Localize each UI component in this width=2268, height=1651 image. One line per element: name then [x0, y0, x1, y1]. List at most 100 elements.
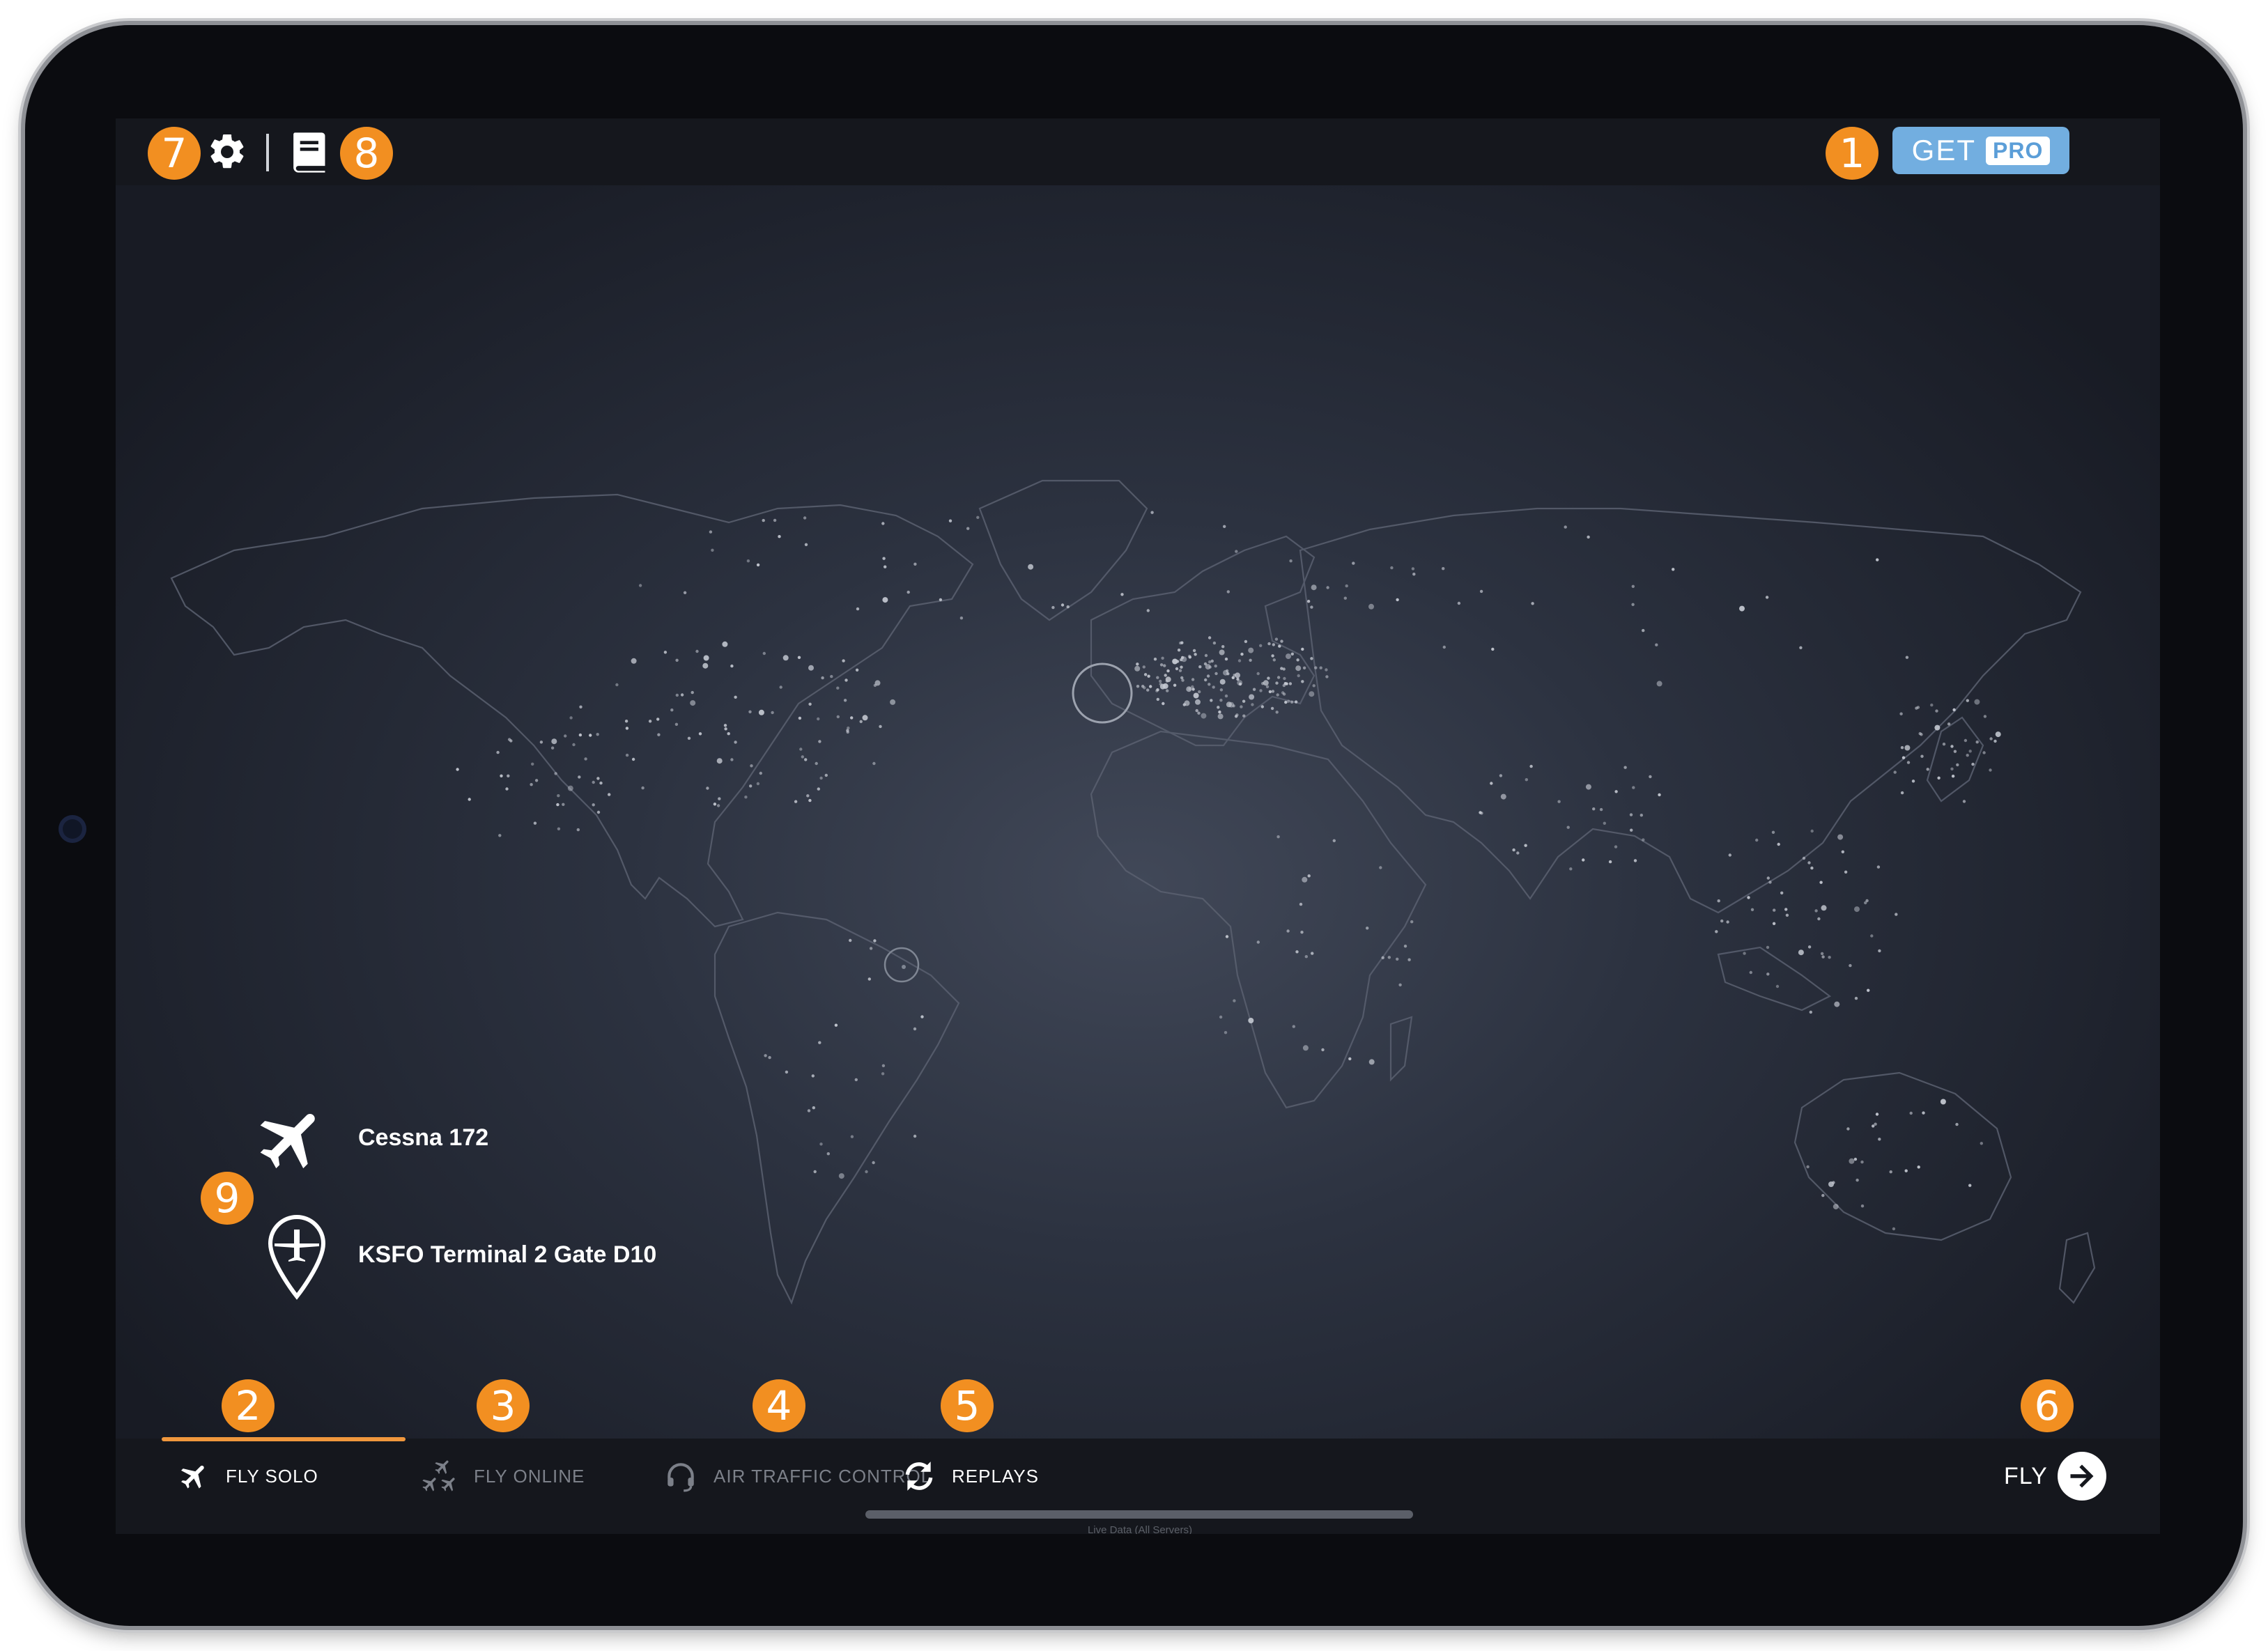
airport-dot — [1968, 750, 1972, 753]
airport-dot — [576, 828, 580, 832]
airport-dot — [579, 705, 583, 708]
airport-dot — [1900, 746, 1904, 750]
airport-dot — [531, 762, 534, 766]
airport-dot — [1951, 775, 1955, 778]
airport-dot — [862, 715, 868, 721]
airport-dot — [1743, 952, 1746, 955]
book-icon[interactable] — [291, 131, 329, 174]
airport-dot — [758, 709, 764, 715]
airport-dot — [1878, 1138, 1881, 1141]
airport-dot — [690, 700, 696, 706]
airport-dot — [1156, 676, 1159, 679]
airport-dot — [1785, 913, 1789, 917]
airport-dot — [1028, 564, 1034, 570]
airport-dot — [505, 787, 509, 791]
airport-dot — [1267, 676, 1270, 680]
airport-dot — [507, 738, 511, 741]
power-button — [20, 139, 25, 293]
airport-dot — [1204, 653, 1208, 658]
airport-dot — [1283, 676, 1286, 681]
world-map[interactable] — [116, 118, 2160, 1534]
airport-dot — [1332, 839, 1336, 843]
airport-dot — [1164, 674, 1167, 677]
airport-dot — [1286, 929, 1290, 933]
airport-dot — [1870, 934, 1874, 938]
airport-dot — [1143, 673, 1148, 676]
airport-dot — [1766, 876, 1770, 880]
airport-dot — [1819, 881, 1823, 884]
airport-dot — [1516, 851, 1520, 855]
airport-dot — [854, 1078, 858, 1082]
airport-dot — [1226, 669, 1229, 673]
airport-dot — [1807, 945, 1812, 949]
airport-dot — [1311, 952, 1314, 955]
airport-dot — [819, 776, 823, 780]
map-pin-airplane-icon[interactable] — [263, 1212, 330, 1303]
airport-dot — [1309, 691, 1315, 697]
airport-dot — [1259, 644, 1263, 647]
airport-dot — [1930, 703, 1934, 707]
airport-dot — [1980, 1142, 1983, 1145]
airport-dot — [1217, 706, 1220, 709]
callout-badge-6: 6 — [2021, 1379, 2074, 1432]
continent-africa — [1090, 730, 1427, 1109]
airport-dot — [1749, 970, 1752, 975]
tab-fly-solo[interactable]: FLY SOLO — [178, 1439, 318, 1514]
airport-dot — [1629, 813, 1633, 816]
airport-dot — [1975, 741, 1979, 744]
airport-dot — [1755, 838, 1759, 842]
selected-aircraft[interactable]: Cessna 172 — [358, 1124, 488, 1152]
airport-dot — [596, 777, 600, 780]
fly-label: FLY — [2004, 1462, 2048, 1489]
airport-dot — [1194, 653, 1197, 656]
airplane-icon — [181, 1465, 204, 1489]
airport-dot — [1248, 647, 1254, 653]
airport-dot — [1191, 688, 1195, 691]
airport-dot — [1633, 859, 1637, 862]
airport-dot — [1876, 865, 1881, 869]
airport-dot — [1983, 715, 1987, 718]
airport-dot — [1834, 1001, 1840, 1007]
airport-dot — [663, 651, 668, 654]
airport-dot — [1390, 566, 1394, 570]
tab-air-traffic-control[interactable]: AIR TRAFFIC CONTROL — [663, 1439, 932, 1514]
airport-dot — [1208, 660, 1212, 664]
airport-dot — [1631, 584, 1635, 588]
airport-dot — [1240, 705, 1243, 708]
selected-location[interactable]: KSFO Terminal 2 Gate D10 — [358, 1241, 656, 1269]
airport-dot — [1381, 956, 1384, 960]
airport-dot — [1806, 1165, 1810, 1169]
airport-dot — [674, 722, 679, 726]
airport-dot — [746, 559, 750, 563]
airport-dot — [801, 755, 804, 759]
airport-dot — [592, 803, 595, 807]
airport-dot — [1905, 656, 1909, 659]
airport-dot — [695, 649, 699, 653]
airport-dot — [1964, 738, 1968, 743]
airport-dot — [1120, 593, 1124, 596]
airport-dot — [1066, 605, 1070, 609]
airport-dot — [498, 834, 502, 837]
airport-dot — [1275, 681, 1279, 685]
airport-dot — [1771, 830, 1775, 834]
airport-dot — [698, 732, 702, 736]
airport-dot — [1895, 913, 1898, 916]
airport-dot — [913, 1134, 917, 1138]
airport-dot — [1256, 672, 1260, 676]
airport-dot — [1299, 902, 1303, 906]
airport-dot — [1284, 700, 1288, 704]
fly-button[interactable]: FLY — [2004, 1451, 2106, 1501]
get-pro-button[interactable]: GET PRO — [1892, 127, 2069, 174]
tab-fly-online[interactable]: FLY ONLINE — [421, 1439, 585, 1514]
tab-replays[interactable]: REPLAYS — [902, 1439, 1039, 1514]
airport-dot — [1193, 692, 1199, 699]
airport-dot — [638, 584, 642, 587]
airport-dot — [722, 641, 728, 647]
airport-dot — [1672, 568, 1675, 571]
airport-dot — [713, 803, 717, 806]
airplane-icon[interactable] — [254, 1101, 330, 1177]
gear-icon[interactable] — [206, 131, 248, 173]
airport-dot — [1726, 920, 1729, 924]
airport-dot — [1768, 881, 1772, 884]
airport-dot — [551, 738, 557, 745]
